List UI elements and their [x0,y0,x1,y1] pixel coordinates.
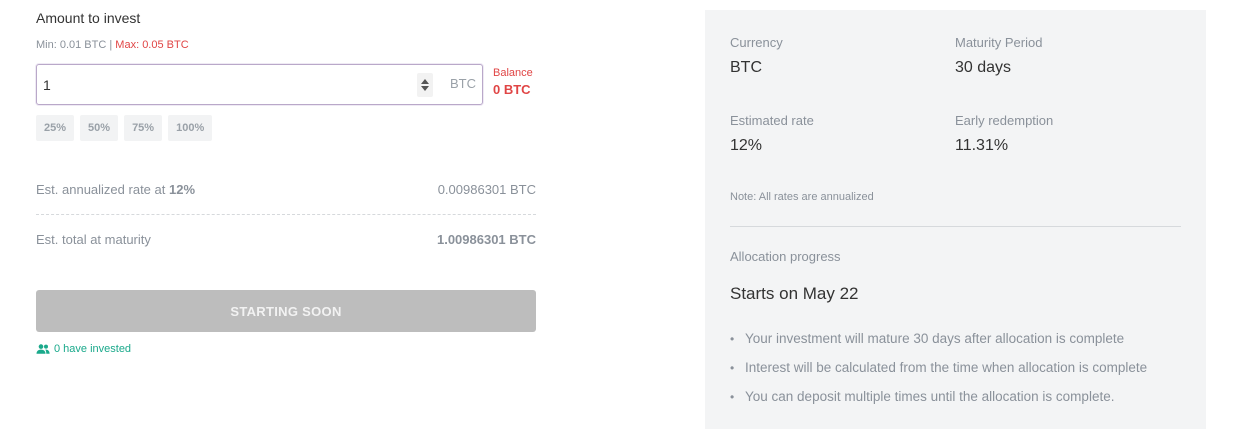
invested-text: 0 have invested [54,343,132,355]
balance: Balance 0 BTC [493,67,533,97]
rate-row-label: Est. annualized rate at 12% [36,182,195,197]
percent-100-button[interactable]: 100% [168,115,213,141]
amount-input[interactable] [43,74,403,96]
rate-row-rate: 12% [168,182,196,197]
percent-50-button[interactable]: 50% [80,115,119,141]
balance-value: 0 BTC [493,82,531,97]
maturity-label: Maturity Period [955,35,1043,50]
max-limit: Max: 0.05 BTC [115,39,189,51]
maturity-field: Maturity Period 30 days [955,35,1042,77]
min-limit: Min: 0.01 BTC [36,39,107,51]
total-row-value: 1.00986301 BTC [436,232,536,247]
rates-note: Note: All rates are annualized [730,191,874,203]
currency-label: Currency [730,35,783,50]
early-redemption-value: 11.31% [955,137,1009,154]
allocation-start-date: Starts on May 22 [730,284,859,303]
estimated-rate-field: Estimated rate 12% [730,113,814,155]
amount-input-wrapper: BTC [36,64,483,105]
starting-soon-button[interactable]: STARTING SOON [36,290,536,332]
total-row: Est. total at maturity 1.00986301 BTC [36,232,536,247]
stepper-up-icon[interactable] [421,79,429,84]
unit-label: BTC [450,76,476,91]
info-list: Your investment will mature 30 days afte… [730,331,1147,418]
currency-field: Currency BTC [730,35,783,77]
early-redemption-label: Early redemption [955,113,1054,128]
panel-divider [730,226,1181,227]
people-icon [36,344,50,354]
limit-separator: | [106,39,116,51]
allocation-label: Allocation progress [730,249,841,264]
percent-25-button[interactable]: 25% [36,115,75,141]
early-redemption-field: Early redemption 11.31% [955,113,1053,155]
currency-value: BTC [730,59,762,76]
list-item: Your investment will mature 30 days afte… [730,331,1147,360]
list-item: You can deposit multiple times until the… [730,389,1147,418]
rate-row: Est. annualized rate at 12% 0.00986301 B… [36,182,536,197]
limits-text: Min: 0.01 BTC | Max: 0.05 BTC [36,39,189,51]
amount-label: Amount to invest [36,10,141,26]
percent-75-button[interactable]: 75% [124,115,163,141]
percent-buttons: 25% 50% 75% 100% [36,115,213,141]
rate-row-prefix: Est. annualized rate at [36,182,169,197]
estimated-rate-value: 12% [730,137,763,154]
list-item: Interest will be calculated from the tim… [730,360,1147,389]
amount-stepper[interactable] [417,73,433,97]
stepper-down-icon[interactable] [421,86,429,91]
details-panel: Currency BTC Maturity Period 30 days Est… [705,10,1206,429]
dashed-divider [36,214,536,215]
maturity-value: 30 days [955,59,1012,76]
estimated-rate-label: Estimated rate [730,113,814,128]
total-row-label: Est. total at maturity [36,232,151,247]
balance-label: Balance [493,67,533,79]
invested-count: 0 have invested [36,343,131,355]
rate-row-value: 0.00986301 BTC [437,182,536,197]
